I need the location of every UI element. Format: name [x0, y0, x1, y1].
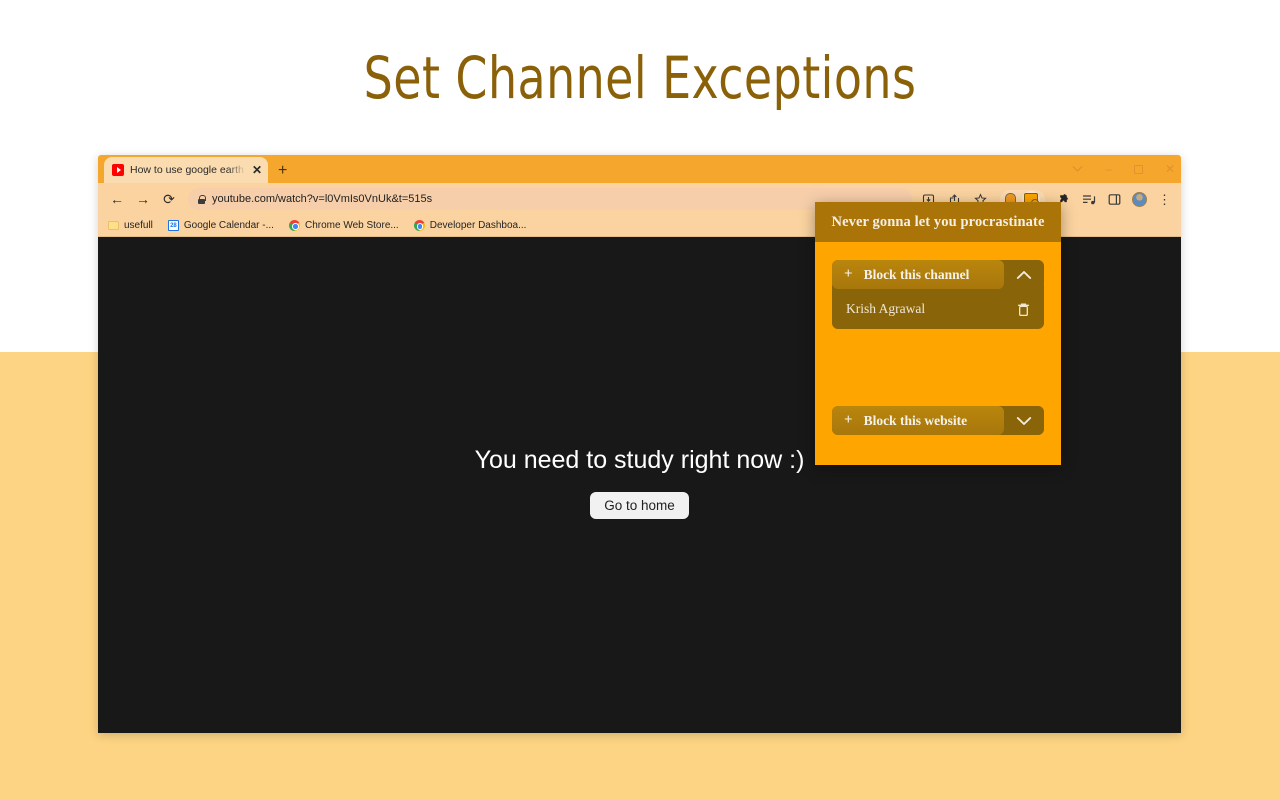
- side-panel-icon[interactable]: [1106, 191, 1123, 208]
- block-website-section: + Block this website: [832, 406, 1044, 435]
- browser-tab[interactable]: How to use google earth flight si ✕: [104, 157, 268, 183]
- chevron-down-icon[interactable]: [1004, 406, 1044, 435]
- bookmark-label: usefull: [124, 220, 153, 231]
- go-to-home-button[interactable]: Go to home: [590, 492, 689, 519]
- trash-icon[interactable]: [1017, 302, 1030, 317]
- extension-popup-header: Never gonna let you procrastinate: [815, 202, 1061, 242]
- youtube-icon: [112, 164, 124, 176]
- block-this-channel-label: Block this channel: [863, 266, 970, 282]
- close-tab-icon[interactable]: ✕: [252, 164, 262, 176]
- profile-avatar[interactable]: [1132, 191, 1147, 207]
- blocked-message: You need to study right now :): [474, 446, 805, 474]
- lock-icon: [198, 194, 206, 204]
- new-tab-button[interactable]: +: [278, 163, 287, 179]
- bookmark-label: Google Calendar -...: [183, 220, 274, 231]
- media-control-icon[interactable]: [1080, 191, 1097, 208]
- plus-icon: +: [844, 412, 853, 428]
- blocked-channel-list: Krish Agrawal: [832, 285, 1044, 329]
- chrome-icon: [413, 220, 425, 231]
- back-button[interactable]: ←: [104, 186, 130, 212]
- minimize-button[interactable]: –: [1105, 163, 1112, 175]
- bookmark-item-usefull[interactable]: usefull: [108, 220, 153, 231]
- extension-popup: Never gonna let you procrastinate + Bloc…: [815, 202, 1061, 465]
- tab-search-icon[interactable]: [1072, 163, 1083, 175]
- window-controls: – ✕: [1072, 155, 1175, 183]
- close-window-button[interactable]: ✕: [1165, 163, 1175, 175]
- extension-popup-title: Never gonna let you procrastinate: [831, 213, 1045, 230]
- blocked-channel-name: Krish Agrawal: [846, 301, 926, 316]
- page-title: Set Channel Exceptions: [363, 44, 917, 112]
- address-bar-url: youtube.com/watch?v=l0VmIs0VnUk&t=515s: [212, 193, 433, 205]
- extension-popup-body: + Block this channel Krish Agrawal + Blo…: [815, 242, 1061, 465]
- block-this-channel-button[interactable]: + Block this channel: [832, 260, 1004, 289]
- list-item[interactable]: Krish Agrawal: [832, 289, 1044, 329]
- plus-icon: +: [844, 266, 853, 282]
- block-this-website-button[interactable]: + Block this website: [832, 406, 1004, 435]
- bookmark-item-developer-dashboard[interactable]: Developer Dashboa...: [413, 220, 527, 231]
- maximize-button[interactable]: [1133, 164, 1143, 174]
- bookmark-label: Developer Dashboa...: [429, 220, 527, 231]
- block-channel-section: + Block this channel Krish Agrawal: [832, 260, 1044, 329]
- browser-tab-strip: How to use google earth flight si ✕ + – …: [98, 155, 1181, 183]
- bookmark-item-google-calendar[interactable]: 28 Google Calendar -...: [167, 220, 274, 231]
- browser-tab-title: How to use google earth flight si: [130, 164, 246, 176]
- address-bar[interactable]: youtube.com/watch?v=l0VmIs0VnUk&t=515s: [188, 188, 912, 210]
- block-this-website-label: Block this website: [863, 412, 968, 428]
- reload-button[interactable]: ⟳: [156, 186, 182, 212]
- chrome-menu-icon[interactable]: ⋮: [1156, 191, 1173, 208]
- folder-icon: [108, 221, 119, 230]
- google-calendar-icon: 28: [167, 220, 179, 231]
- browser-window: How to use google earth flight si ✕ + – …: [98, 155, 1181, 733]
- bookmark-label: Chrome Web Store...: [304, 220, 399, 231]
- forward-button[interactable]: →: [130, 186, 156, 212]
- block-website-header: + Block this website: [832, 406, 1044, 435]
- popup-spacer: [832, 329, 1044, 406]
- bookmark-item-chrome-web-store[interactable]: Chrome Web Store...: [288, 220, 399, 231]
- chrome-icon: [288, 220, 300, 231]
